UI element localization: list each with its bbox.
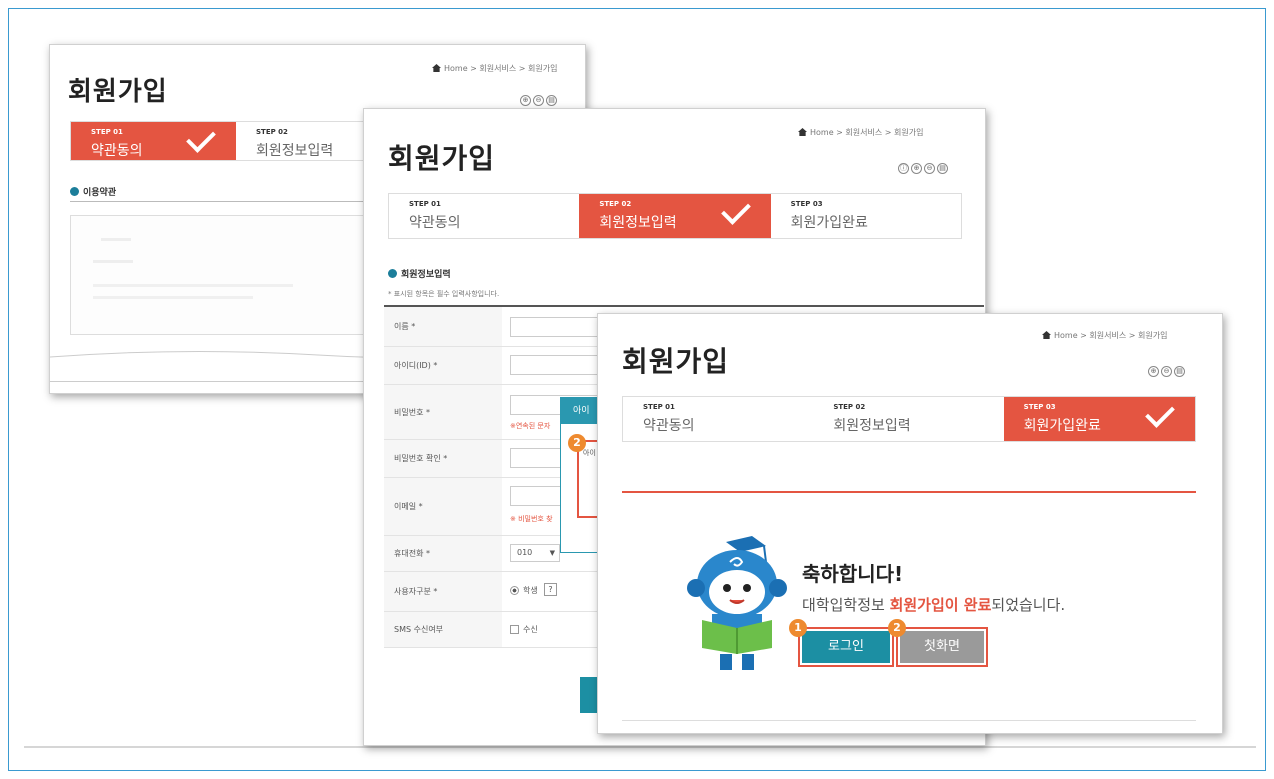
step-label: 회원정보입력 <box>599 215 677 231</box>
student-label: 학생 <box>523 586 538 595</box>
password-hint: ※연속된 문자 <box>510 422 551 430</box>
print-icon[interactable]: ▤ <box>1174 366 1185 377</box>
step-3: STEP 03 회원가입완료 <box>1003 397 1195 441</box>
step-badge-2: 2 <box>888 619 906 637</box>
zoom-in-icon[interactable]: ⊕ <box>1148 366 1159 377</box>
step-badge-2: 2 <box>568 434 586 452</box>
content-bottom-border <box>622 720 1196 721</box>
student-radio[interactable] <box>510 586 519 595</box>
home-icon <box>432 64 441 72</box>
step-1: STEP 01 약관동의 <box>389 194 580 238</box>
step-label: 약관동의 <box>643 418 695 434</box>
section-title: 회원정보입력 <box>388 267 451 280</box>
print-icon[interactable]: ▤ <box>937 163 948 174</box>
check-icon <box>720 195 751 225</box>
divider <box>24 746 1256 748</box>
bullet-icon <box>388 269 397 278</box>
print-icon[interactable]: ▤ <box>546 95 557 106</box>
zoom-in-icon[interactable]: ⊕ <box>911 163 922 174</box>
required-note: * 표시된 항목은 필수 입력사항입니다. <box>388 290 500 298</box>
bullet-icon <box>70 187 79 196</box>
field-label: 이메일 * <box>384 478 502 535</box>
breadcrumb: Home > 회원서비스 > 회원가입 <box>1042 330 1167 341</box>
sms-label: 수신 <box>523 625 538 634</box>
field-label: 이름 * <box>384 307 502 346</box>
page-title: 회원가입 <box>388 142 496 175</box>
breadcrumb: Home > 회원서비스 > 회원가입 <box>798 127 923 138</box>
check-icon <box>1145 398 1175 428</box>
step-1: STEP 01 약관동의 <box>71 122 236 160</box>
field-label: 비밀번호 * <box>384 385 502 439</box>
home-icon <box>1042 331 1051 339</box>
step-label: 약관동의 <box>91 143 143 159</box>
screenshot-complete: 회원가입 Home > 회원서비스 > 회원가입 ⊕ ⊖ ▤ STEP 01 약… <box>597 313 1223 734</box>
step-badge-1: 1 <box>789 619 807 637</box>
step-label: 약관동의 <box>409 215 461 231</box>
congrats-heading: 축하합니다! <box>802 562 904 586</box>
page-title: 회원가입 <box>68 77 168 107</box>
breadcrumb: Home > 회원서비스 > 회원가입 <box>432 63 557 74</box>
zoom-out-icon[interactable]: ⊖ <box>1161 366 1172 377</box>
content-top-border <box>622 491 1196 493</box>
phone-prefix-select[interactable]: 010 ▼ <box>510 544 560 562</box>
step-label: 회원정보입력 <box>256 143 334 159</box>
field-label: 비밀번호 확인 * <box>384 440 502 477</box>
step-2: STEP 02 회원정보입력 <box>579 194 771 238</box>
page-title: 회원가입 <box>622 345 730 378</box>
field-label: 휴대전화 * <box>384 536 502 571</box>
field-label: 아이디(ID) * <box>384 347 502 384</box>
home-button[interactable]: 첫화면 <box>900 631 984 663</box>
id-input[interactable] <box>510 355 600 375</box>
zoom-in-icon[interactable]: ⊕ <box>520 95 531 106</box>
step-bar: STEP 01 약관동의 STEP 02 회원정보입력 STEP 03 회원가입… <box>388 193 962 239</box>
toolbar: ⊕ ⊖ ▤ <box>1148 366 1185 377</box>
home-icon <box>798 128 807 136</box>
chevron-down-icon: ▼ <box>549 549 555 557</box>
step-label: 회원가입완료 <box>1023 418 1101 434</box>
toolbar: ⓘ ⊕ ⊖ ▤ <box>898 163 948 174</box>
complete-emphasis: 회원가입이 완료 <box>889 596 992 614</box>
step-2: STEP 02 회원정보입력 <box>813 397 1004 441</box>
email-hint: ※ 비밀번호 찾 <box>510 515 553 523</box>
step-label: 회원가입완료 <box>790 215 868 231</box>
help-icon[interactable]: ? <box>544 583 557 596</box>
name-input[interactable] <box>510 317 600 337</box>
sms-checkbox[interactable] <box>510 625 519 634</box>
toolbar: ⊕ ⊖ ▤ <box>520 95 557 106</box>
step-bar: STEP 01 약관동의 STEP 02 회원정보입력 STEP 03 회원가입… <box>622 396 1196 442</box>
check-icon <box>186 123 216 153</box>
step-3: STEP 03 회원가입완료 <box>770 194 961 238</box>
info-icon[interactable]: ⓘ <box>898 163 909 174</box>
field-label: 사용자구분 * <box>384 572 502 611</box>
zoom-out-icon[interactable]: ⊖ <box>924 163 935 174</box>
field-label: SMS 수신여부 <box>384 612 502 647</box>
zoom-out-icon[interactable]: ⊖ <box>533 95 544 106</box>
step-label: 회원정보입력 <box>833 418 911 434</box>
complete-message: 대학입학정보 회원가입이 완료되었습니다. <box>802 596 1066 614</box>
step-1: STEP 01 약관동의 <box>623 397 814 441</box>
section-title: 이용약관 <box>70 185 116 198</box>
mascot-illustration <box>687 536 787 670</box>
login-button[interactable]: 로그인 <box>802 631 890 663</box>
